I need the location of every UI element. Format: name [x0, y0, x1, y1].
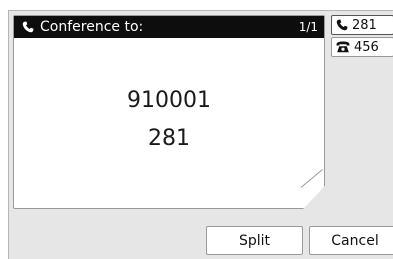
call-item-281[interactable]: 281 [331, 15, 393, 35]
call-item-label: 456 [354, 39, 379, 55]
conference-panel: Conference to: 1/1 910001 281 [13, 15, 325, 209]
handset-icon [22, 21, 34, 33]
conference-numbers: 910001 281 [14, 82, 324, 158]
title-bar: Conference to: 1/1 [14, 16, 324, 38]
conference-number: 281 [148, 126, 190, 151]
desk-phone-icon [336, 41, 350, 53]
conference-title: Conference to: [40, 19, 144, 35]
split-button[interactable]: Split [206, 226, 303, 255]
softkey-bar: Split Cancel [9, 221, 393, 259]
page-indicator: 1/1 [298, 20, 318, 34]
handset-icon [336, 19, 348, 31]
phone-screen: Conference to: 1/1 910001 281 281 456 Sp… [8, 10, 393, 259]
call-list: 281 456 [331, 15, 393, 59]
call-item-456[interactable]: 456 [331, 37, 393, 57]
conference-number: 910001 [127, 88, 211, 113]
call-item-label: 281 [352, 17, 377, 33]
cancel-button[interactable]: Cancel [309, 226, 393, 255]
